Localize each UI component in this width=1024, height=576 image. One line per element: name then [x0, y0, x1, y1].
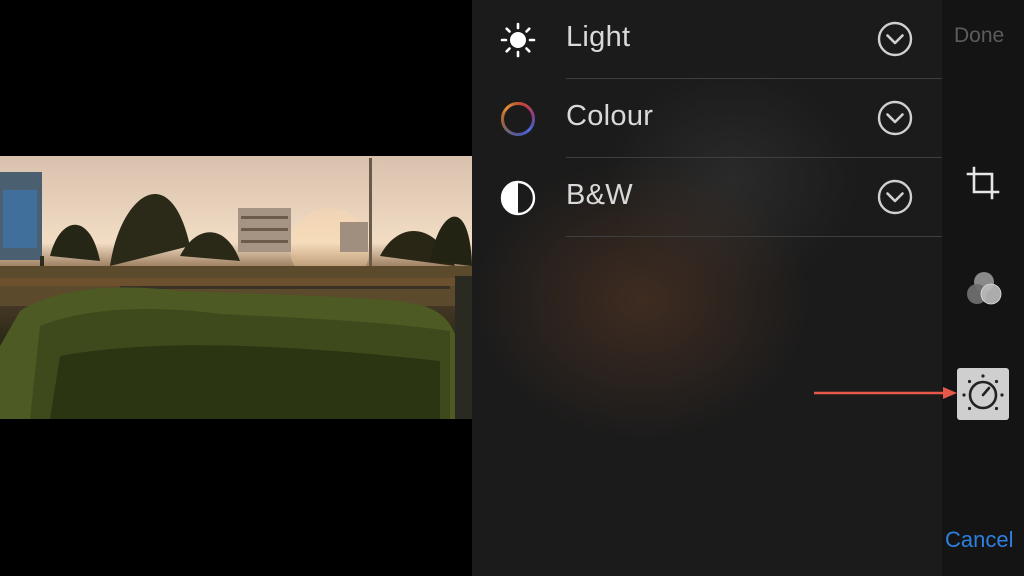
expand-bw-chevron-icon[interactable] [877, 179, 913, 215]
edited-photo [0, 156, 472, 419]
color-wheel-icon [500, 101, 536, 137]
sun-icon [500, 22, 536, 58]
adjustment-label-bw: B&W [566, 179, 633, 211]
done-button[interactable]: Done [954, 24, 1004, 48]
photo-canvas [0, 0, 472, 576]
filters-icon[interactable] [960, 266, 1008, 314]
cancel-button[interactable]: Cancel [945, 527, 1013, 553]
half-circle-icon [500, 180, 536, 216]
adjustment-label-light: Light [566, 21, 631, 53]
crop-icon[interactable] [960, 160, 1008, 208]
expand-light-chevron-icon[interactable] [877, 21, 913, 57]
adjustment-row-bw[interactable]: B&W [472, 158, 942, 237]
row-divider [566, 236, 942, 237]
edit-toolbar: Done Cancel [942, 0, 1024, 576]
adjustment-row-colour[interactable]: Colour [472, 79, 942, 158]
expand-colour-chevron-icon[interactable] [877, 100, 913, 136]
adjustments-panel: Light Colour B&W [472, 0, 942, 576]
adjustment-row-light[interactable]: Light [472, 0, 942, 79]
adjust-dial-icon[interactable] [957, 368, 1009, 420]
adjustment-label-colour: Colour [566, 100, 654, 132]
annotation-arrow-icon [812, 384, 958, 402]
